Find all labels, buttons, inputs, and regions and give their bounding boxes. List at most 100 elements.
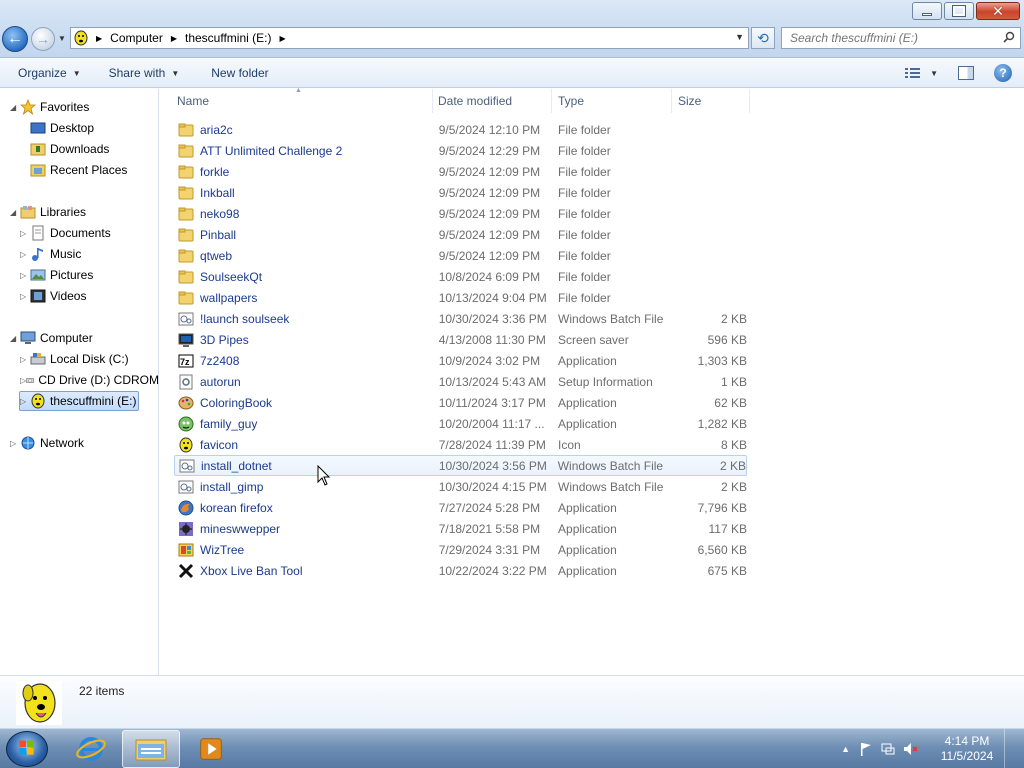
change-view-icon[interactable] <box>904 66 922 80</box>
file-row[interactable]: korean firefox 7/27/2024 5:28 PM Applicati… <box>174 497 747 518</box>
column-header-size[interactable]: Size <box>672 89 750 113</box>
file-row[interactable]: qtweb 9/5/2024 12:09 PM File folder <box>174 245 747 266</box>
nav-desktop[interactable]: Desktop <box>30 118 94 138</box>
column-header-date[interactable]: Date modified <box>432 89 552 113</box>
refresh-button[interactable]: ⟲ <box>751 27 775 49</box>
file-row[interactable]: 7z 7z2408 10/9/2024 3:02 PM Application 1,30… <box>174 350 747 371</box>
maximize-button[interactable] <box>944 2 974 20</box>
file-type: Windows Batch File <box>558 311 664 326</box>
file-row[interactable]: SoulseekQt 10/8/2024 6:09 PM File folder <box>174 266 747 287</box>
taskbar-windows-explorer[interactable] <box>122 730 180 768</box>
minimize-button[interactable] <box>912 2 942 20</box>
breadcrumb-chevron-icon[interactable]: ▶ <box>171 34 177 43</box>
nav-pictures[interactable]: ▷ Pictures <box>20 265 93 285</box>
organize-button[interactable]: Organize ▼ <box>18 66 81 80</box>
breadcrumb-drive[interactable]: thescuffmini (E:) <box>185 31 271 45</box>
nav-libraries[interactable]: ◢ Libraries <box>10 202 86 222</box>
file-row[interactable]: forkle 9/5/2024 12:09 PM File folder <box>174 161 747 182</box>
taskbar-internet-explorer[interactable] <box>62 730 120 768</box>
nav-network[interactable]: ▷ Network <box>10 433 84 453</box>
collapse-arrow-icon[interactable]: ▷ <box>20 397 30 406</box>
address-bar[interactable]: ▶ Computer ▶ thescuffmini (E:) ▶ ▼ <box>70 27 749 49</box>
nav-recent-places[interactable]: Recent Places <box>30 160 127 180</box>
start-button[interactable] <box>6 731 48 767</box>
file-row[interactable]: mineswwepper 7/18/2021 5:58 PM Application… <box>174 518 747 539</box>
nav-favorites[interactable]: ◢ Favorites <box>10 97 89 117</box>
nav-computer[interactable]: ◢ Computer <box>10 328 93 348</box>
nav-label: CD Drive (D:) CDROM <box>38 373 159 387</box>
breadcrumb-computer[interactable]: Computer <box>110 31 163 45</box>
collapse-arrow-icon[interactable]: ▷ <box>10 439 20 448</box>
nav-videos[interactable]: ▷ Videos <box>20 286 86 306</box>
volume-muted-icon[interactable] <box>902 741 918 757</box>
file-row[interactable]: 3D Pipes 4/13/2008 11:30 PM Screen saver 59… <box>174 329 747 350</box>
recent-pages-dropdown[interactable]: ▼ <box>58 34 66 43</box>
collapse-arrow-icon[interactable]: ▷ <box>20 292 30 301</box>
action-center-flag-icon[interactable] <box>858 741 874 757</box>
address-history-dropdown[interactable]: ▼ <box>735 32 744 42</box>
file-row[interactable]: install_gimp 10/30/2024 4:15 PM Windows Ba… <box>174 476 747 497</box>
clock[interactable]: 4:14 PM 11/5/2024 <box>936 734 998 764</box>
clock-date: 11/5/2024 <box>940 749 994 763</box>
nav-thescuffmini[interactable]: ▷ thescuffmini (E:) <box>19 391 139 411</box>
forward-button[interactable]: → <box>31 27 55 51</box>
preview-pane-icon[interactable] <box>958 66 974 80</box>
back-button[interactable]: ← <box>2 26 28 52</box>
file-row[interactable]: !launch soulseek 10/30/2024 3:36 PM Window… <box>174 308 747 329</box>
nav-downloads[interactable]: Downloads <box>30 139 109 159</box>
breadcrumb-chevron-icon[interactable]: ▶ <box>279 34 285 43</box>
show-hidden-icons-icon[interactable]: ▲ <box>841 744 850 754</box>
column-header-type[interactable]: Type <box>552 89 672 113</box>
nav-cd-drive[interactable]: ▷ CD Drive (D:) CDROM <box>20 370 159 390</box>
column-header-name[interactable]: Name <box>171 89 433 113</box>
file-type: Application <box>558 500 617 515</box>
file-row[interactable]: ATT Unlimited Challenge 2 9/5/2024 12:29 … <box>174 140 747 161</box>
file-row[interactable]: Inkball 9/5/2024 12:09 PM File folder <box>174 182 747 203</box>
nav-music[interactable]: ▷ Music <box>20 244 81 264</box>
command-bar-right: ▼ ? <box>904 64 1012 82</box>
collapse-arrow-icon[interactable]: ▷ <box>20 271 30 280</box>
downloads-folder-icon <box>30 143 46 156</box>
file-row[interactable]: autorun 10/13/2024 5:43 AM Setup Informati… <box>174 371 747 392</box>
help-icon[interactable]: ? <box>994 64 1012 82</box>
nav-label: Downloads <box>50 142 110 156</box>
breadcrumb-chevron-icon[interactable]: ▶ <box>96 34 102 43</box>
network-status-icon[interactable] <box>880 741 896 757</box>
share-with-button[interactable]: Share with ▼ <box>109 66 180 80</box>
new-folder-button[interactable]: New folder <box>211 66 268 80</box>
show-desktop-button[interactable] <box>1004 729 1016 768</box>
search-icon[interactable] <box>1003 31 1015 43</box>
folder-icon <box>178 270 194 283</box>
chevron-down-icon: ▼ <box>171 68 180 78</box>
minesweeper-icon <box>179 521 193 536</box>
file-row[interactable]: Pinball 9/5/2024 12:09 PM File folder <box>174 224 747 245</box>
file-row[interactable]: aria2c 9/5/2024 12:10 PM File folder <box>174 119 747 140</box>
file-row[interactable]: ColoringBook 10/11/2024 3:17 PM Applicatio… <box>174 392 747 413</box>
expand-arrow-icon[interactable]: ◢ <box>10 334 20 343</box>
nav-local-disk[interactable]: ▷ Local Disk (C:) <box>20 349 129 369</box>
taskbar-media-player[interactable] <box>182 730 240 768</box>
file-row[interactable]: neko98 9/5/2024 12:09 PM File folder <box>174 203 747 224</box>
collapse-arrow-icon[interactable]: ▷ <box>20 229 30 238</box>
documents-icon <box>32 225 44 241</box>
collapse-arrow-icon[interactable]: ▷ <box>20 250 30 259</box>
file-row[interactable]: install_dotnet 10/30/2024 3:56 PM Windows … <box>174 455 747 476</box>
expand-arrow-icon[interactable]: ◢ <box>10 103 20 112</box>
file-type: Icon <box>558 437 581 452</box>
expand-arrow-icon[interactable]: ◢ <box>10 208 20 217</box>
view-options-dropdown[interactable]: ▼ <box>930 69 938 78</box>
caption-buttons: ✕ <box>910 2 1020 20</box>
file-row[interactable]: favicon 7/28/2024 11:39 PM Icon 8 KB <box>174 434 747 455</box>
search-box[interactable] <box>781 27 1021 49</box>
search-input[interactable] <box>790 31 995 45</box>
file-row[interactable]: WizTree 7/29/2024 3:31 PM Application 6,560… <box>174 539 747 560</box>
nav-documents[interactable]: ▷ Documents <box>20 223 111 243</box>
file-row[interactable]: family_guy 10/20/2004 11:17 ... Applicatio… <box>174 413 747 434</box>
close-button[interactable]: ✕ <box>976 2 1020 20</box>
media-player-icon <box>200 738 222 760</box>
dog-icon <box>179 437 193 452</box>
file-row[interactable]: Xbox Live Ban Tool 10/22/2024 3:22 PM Appl… <box>174 560 747 581</box>
collapse-arrow-icon[interactable]: ▷ <box>20 355 30 364</box>
breadcrumb: ▶ Computer ▶ thescuffmini (E:) ▶ <box>94 31 294 45</box>
file-row[interactable]: wallpapers 10/13/2024 9:04 PM File folder <box>174 287 747 308</box>
